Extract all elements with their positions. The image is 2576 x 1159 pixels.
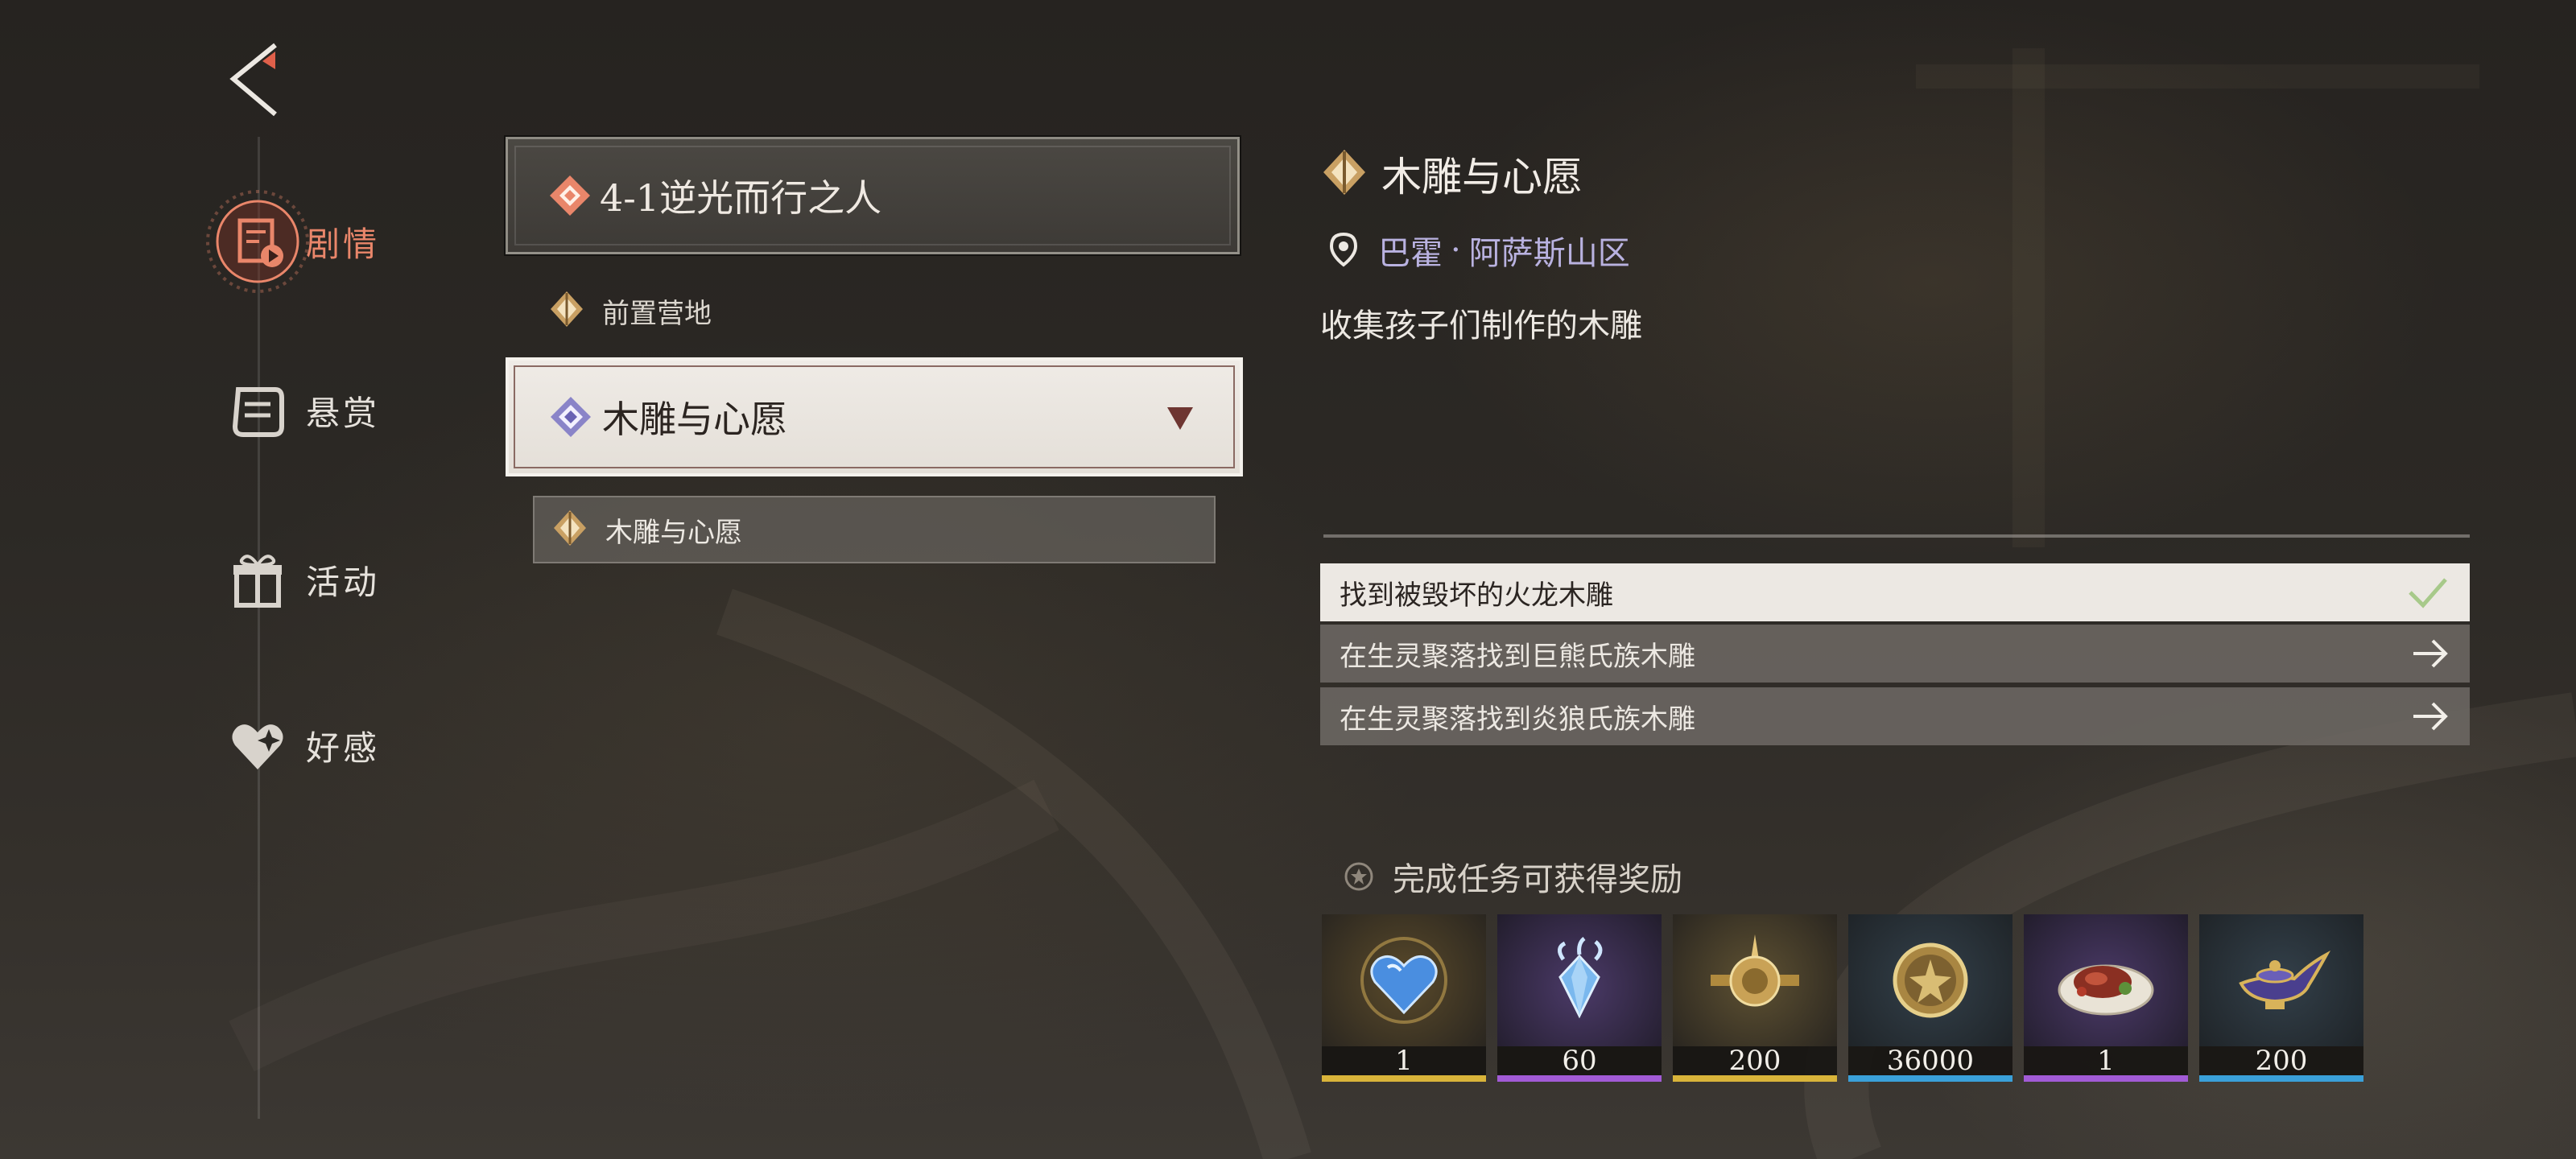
objective-row[interactable]: 在生灵聚落找到巨熊氏族木雕 [1320,625,2470,683]
selected-quest-item[interactable]: 木雕与心愿 [506,357,1243,476]
quest-detail-title: 木雕与心愿 [1320,145,1583,203]
location-separator: · [1451,232,1461,269]
rarity-bar [2199,1075,2363,1082]
camp-label: 前置营地 [602,297,712,330]
nav-item-event[interactable]: 活动 [201,531,443,628]
reward-card[interactable]: 200 [1673,914,1837,1082]
nav-label-bounty: 悬赏 [306,393,381,433]
reward-card[interactable]: 1 [2024,914,2188,1082]
blue-heart-gem-icon [1322,914,1486,1046]
selected-quest-frame [514,365,1235,468]
rewards-header: 完成任务可获得奖励 [1343,853,1682,900]
gift-box-icon [201,531,314,628]
rarity-bar [1673,1075,1837,1082]
nav-item-bounty[interactable]: 悬赏 [201,362,443,459]
chapter-frame [514,146,1231,245]
section-divider [1323,534,2470,538]
reward-count: 200 [2199,1045,2363,1077]
bounty-scroll-icon [201,362,314,459]
story-scroll-icon [201,190,314,293]
magic-lamp-icon [2199,914,2363,1046]
nav-item-affinity[interactable]: 好感 [201,697,443,794]
location-pin-icon [1330,233,1357,267]
check-icon [2409,578,2447,608]
quest-marker-icon [551,291,583,327]
chapter-header[interactable]: 4-1逆光而行之人 [504,135,1241,256]
reward-count: 36000 [1848,1045,2013,1077]
arrow-right-icon [2413,639,2448,668]
nav-label-affinity: 好感 [306,728,381,768]
objective-label: 在生灵聚落找到巨熊氏族木雕 [1340,640,1695,673]
quest-diamond-icon [549,395,592,439]
rarity-bar [1322,1075,1486,1082]
objective-label: 在生灵聚落找到炎狼氏族木雕 [1340,703,1695,736]
nav-label-event: 活动 [306,562,381,602]
rewards-header-text: 完成任务可获得奖励 [1393,861,1682,898]
rarity-bar [1497,1075,1662,1082]
collapse-arrow-icon[interactable] [1167,407,1193,430]
reward-card[interactable]: 36000 [1848,914,2013,1082]
reward-card[interactable]: 60 [1497,914,1662,1082]
gold-coin-icon [1848,914,2013,1046]
reward-count: 200 [1673,1045,1837,1077]
quest-location: 巴霍 · 阿萨斯山区 [1330,227,1630,274]
reward-count: 60 [1497,1045,1662,1077]
objective-row[interactable]: 在生灵聚落找到炎狼氏族木雕 [1320,687,2470,745]
nav-label-story: 剧情 [306,224,381,264]
chapter-diamond-icon [548,174,592,217]
back-arrow-icon [229,43,277,117]
reward-card[interactable]: 200 [2199,914,2363,1082]
reward-count: 1 [2024,1045,2188,1077]
back-button[interactable] [225,40,290,121]
reward-list: 1 60 200 36000 1 200 [1322,914,2363,1082]
golden-star-medal-icon [1673,914,1837,1046]
location-area: 阿萨斯山区 [1468,235,1630,272]
objective-row[interactable]: 找到被毁坏的火龙木雕 [1320,563,2470,621]
reward-count: 1 [1322,1045,1486,1077]
camp-item[interactable]: 前置营地 [547,290,712,332]
rarity-bar [2024,1075,2188,1082]
crystal-shard-icon [1497,914,1662,1046]
quest-description: 收集孩子们制作的木雕 [1320,307,1642,344]
quest-marker-icon [1323,150,1365,195]
objective-label: 找到被毁坏的火龙木雕 [1340,579,1613,612]
rarity-bar [1848,1075,2013,1082]
sub-quest-label: 木雕与心愿 [605,516,742,549]
selected-sub-quest[interactable]: 木雕与心愿 [533,496,1216,563]
detail-title-text: 木雕与心愿 [1381,154,1583,200]
quest-marker-icon [554,510,586,546]
arrow-right-icon [2413,702,2448,731]
reward-card[interactable]: 1 [1322,914,1486,1082]
heart-sparkle-icon [201,697,314,794]
nav-item-story[interactable]: 剧情 [201,190,443,293]
location-region: 巴霍 [1378,235,1443,272]
roast-meat-plate-icon [2024,914,2188,1046]
reward-emblem-icon [1344,862,1373,891]
